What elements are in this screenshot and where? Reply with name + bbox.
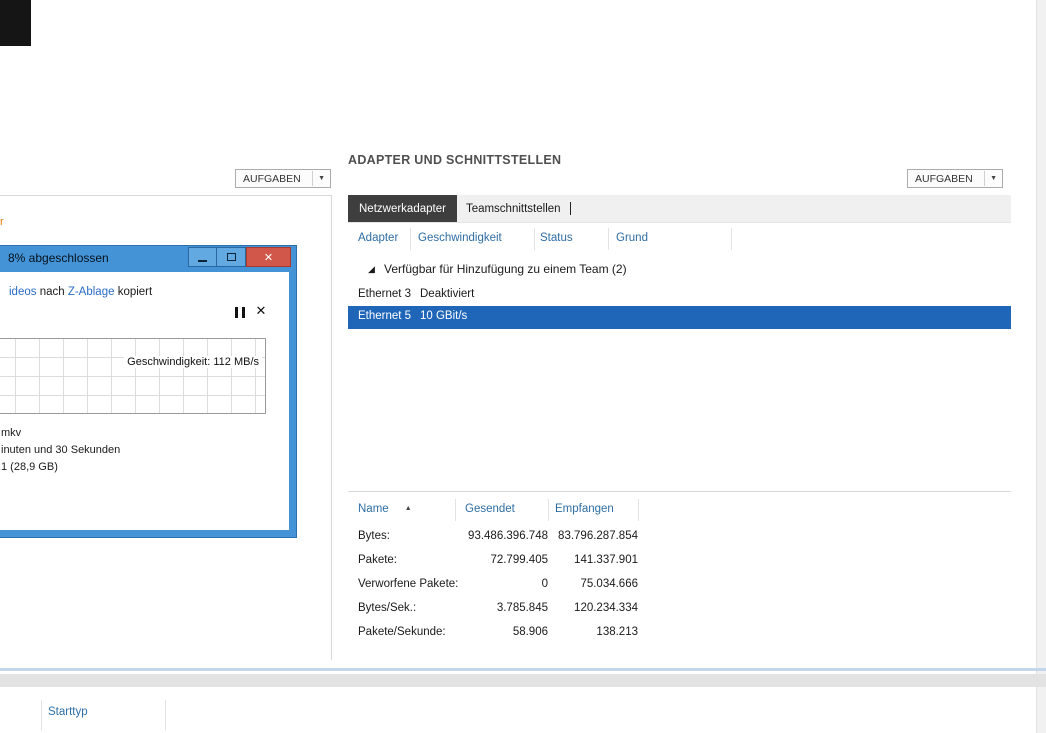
time-remaining-fragment: inuten und 30 Sekunden	[1, 444, 121, 456]
statistics-divider	[348, 491, 1011, 492]
column-divider	[41, 700, 42, 730]
maximize-button[interactable]	[217, 247, 246, 267]
stats-row-bytes-sek: Bytes/Sek.: 3.785.845 120.234.334	[348, 602, 1011, 620]
destination-folder-link[interactable]: Z-Ablage	[68, 286, 115, 298]
pause-button[interactable]	[231, 305, 249, 319]
adapter-name: Ethernet 3	[358, 288, 412, 300]
file-name-fragment: mkv	[1, 427, 22, 439]
teams-tasks-button-label: AUFGABEN	[243, 172, 301, 185]
items-remaining-fragment: 1 (28,9 GB)	[1, 461, 58, 473]
stat-name: Bytes/Sek.:	[358, 602, 417, 614]
minimize-icon	[198, 259, 207, 262]
stat-sent: 0	[541, 578, 548, 590]
close-button[interactable]: ✕	[246, 247, 291, 267]
group-expanded-icon[interactable]: ◢	[368, 264, 375, 275]
cancel-icon: ✕	[255, 303, 267, 318]
adapter-speed: 10 GBit/s	[420, 310, 468, 322]
source-folder-link[interactable]: ideos	[9, 286, 37, 298]
tab-netzwerkadapter[interactable]: Netzwerkadapter	[348, 195, 457, 222]
stats-row-verworfene-pakete: Verworfene Pakete: 0 75.034.666	[348, 578, 1011, 596]
column-divider	[731, 228, 732, 250]
stat-name: Verworfene Pakete:	[358, 578, 459, 590]
stat-received: 75.034.666	[580, 578, 638, 590]
stats-column-header-name[interactable]: Name ▲	[358, 503, 412, 515]
column-header-adapter[interactable]: Adapter	[358, 232, 398, 244]
minimize-button[interactable]	[188, 247, 217, 267]
tab-netzwerkadapter-label: Netzwerkadapter	[359, 202, 446, 215]
adapter-group-row[interactable]: ◢ Verfügbar für Hinzufügung zu einem Tea…	[348, 260, 1011, 282]
background-window-fragment	[0, 0, 31, 46]
stat-received: 120.234.334	[574, 602, 638, 614]
stats-row-bytes: Bytes: 93.486.396.748 83.796.287.854	[348, 530, 1011, 548]
dialog-titlebar[interactable]: 8% abgeschlossen ✕	[0, 246, 296, 272]
column-divider	[455, 499, 456, 521]
stats-column-header-gesendet[interactable]: Gesendet	[465, 503, 515, 515]
speed-label: Geschwindigkeit: 112 MB/s	[124, 356, 262, 368]
stats-row-pakete-sekunde: Pakete/Sekunde: 58.906 138.213	[348, 626, 1011, 644]
pause-icon	[235, 306, 238, 318]
speed-graph: Geschwindigkeit: 112 MB/s	[0, 338, 266, 414]
stat-sent: 72.799.405	[490, 554, 548, 566]
cancel-copy-button[interactable]: ✕	[253, 303, 269, 319]
adapter-row-ethernet5-selected[interactable]: Ethernet 5 10 GBit/s	[348, 306, 1011, 329]
group-label: Verfügbar für Hinzufügung zu einem Team …	[384, 262, 627, 276]
column-header-starttyp[interactable]: Starttyp	[48, 706, 88, 718]
stat-sent: 93.486.396.748	[468, 530, 548, 542]
maximize-icon	[226, 253, 236, 261]
column-divider	[608, 228, 609, 250]
dialog-body: ideos nach Z-Ablage kopiert ✕ Geschwindi…	[0, 272, 289, 530]
column-header-grund[interactable]: Grund	[616, 232, 648, 244]
stats-row-pakete: Pakete: 72.799.405 141.337.901	[348, 554, 1011, 572]
column-header-status[interactable]: Status	[540, 232, 573, 244]
adapters-tasks-button-label: AUFGABEN	[915, 172, 973, 185]
chevron-down-icon: ▼	[312, 171, 325, 186]
server-manager-screen: AUFGABEN ▼ r 8% abgeschlossen ✕ ideos na…	[0, 0, 1046, 733]
copy-progress-dialog: 8% abgeschlossen ✕ ideos nach Z-Ablage k…	[0, 245, 297, 538]
adapters-tabstrip: Netzwerkadapter Teamschnittstellen	[348, 195, 1011, 223]
pause-icon	[242, 306, 245, 318]
adapter-row-ethernet3[interactable]: Ethernet 3 Deaktiviert	[348, 285, 1011, 307]
copy-status-text: ideos nach Z-Ablage kopiert	[9, 286, 152, 298]
stats-header-name-label: Name	[358, 503, 389, 515]
stat-name: Pakete/Sekunde:	[358, 626, 446, 638]
adapter-speed: Deaktiviert	[420, 288, 475, 300]
sort-ascending-icon: ▲	[404, 505, 412, 512]
column-divider	[638, 499, 639, 521]
chevron-down-icon: ▼	[984, 171, 997, 186]
teams-tasks-button[interactable]: AUFGABEN ▼	[235, 169, 331, 188]
column-divider	[410, 228, 411, 250]
stat-received: 141.337.901	[574, 554, 638, 566]
close-icon: ✕	[263, 251, 274, 264]
section-divider-blue	[0, 668, 1046, 671]
stat-name: Pakete:	[358, 554, 397, 566]
column-divider	[165, 700, 166, 730]
column-divider	[534, 228, 535, 250]
status-text-suffix: kopiert	[114, 286, 153, 298]
status-text-middle: nach	[36, 286, 68, 298]
stat-received: 138.213	[596, 626, 638, 638]
section-divider-gray	[0, 674, 1046, 687]
stat-received: 83.796.287.854	[558, 530, 638, 542]
stats-column-header-empfangen[interactable]: Empfangen	[555, 503, 614, 515]
teams-panel-text-fragment: r	[0, 216, 4, 228]
column-divider	[548, 499, 549, 521]
tab-teamschnittstellen-label: Teamschnittstellen	[465, 202, 561, 215]
adapter-name: Ethernet 5	[358, 310, 412, 322]
stat-sent: 58.906	[512, 626, 548, 638]
adapters-panel-title: ADAPTER UND SCHNITTSTELLEN	[348, 153, 562, 167]
adapters-tasks-button[interactable]: AUFGABEN ▼	[907, 169, 1003, 188]
vertical-scrollbar[interactable]	[1036, 0, 1046, 733]
tab-teamschnittstellen[interactable]: Teamschnittstellen	[457, 195, 570, 222]
window-controls: ✕	[188, 247, 291, 267]
dialog-title: 8% abgeschlossen	[8, 251, 109, 265]
column-header-geschwindigkeit[interactable]: Geschwindigkeit	[418, 232, 502, 244]
text-caret	[569, 202, 571, 215]
stat-name: Bytes:	[358, 530, 390, 542]
stat-sent: 3.785.845	[496, 602, 548, 614]
